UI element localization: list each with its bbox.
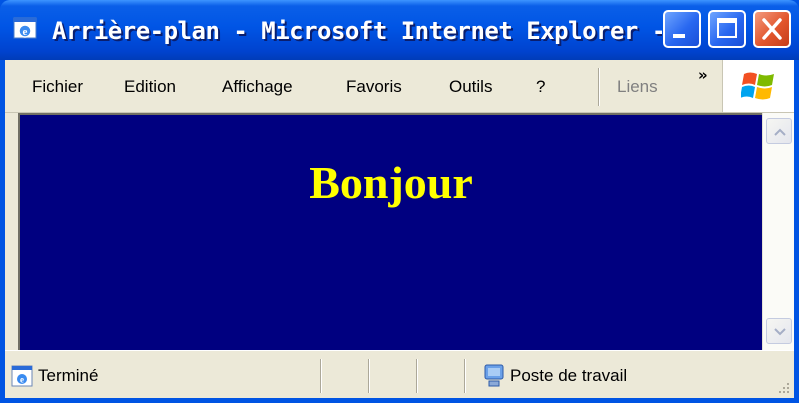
status-text: Terminé — [38, 366, 99, 385]
ie-window: e Arrière-plan - Microsoft Internet Expl… — [0, 0, 799, 403]
menu-help[interactable]: ? — [536, 74, 545, 100]
close-icon — [762, 18, 782, 40]
page-content[interactable]: Bonjour — [18, 113, 762, 350]
menu-affichage[interactable]: Affichage — [222, 74, 293, 100]
close-button[interactable] — [753, 10, 791, 48]
svg-text:e: e — [20, 375, 24, 385]
status-divider — [320, 359, 322, 393]
my-computer-zone-icon — [484, 364, 504, 387]
menu-bar: Fichier Edition Affichage Favoris Outils… — [5, 60, 794, 113]
internet-explorer-icon: e — [13, 17, 37, 39]
scroll-down-button[interactable] — [766, 318, 792, 344]
windows-logo-icon — [741, 72, 774, 100]
brand-throbber — [722, 60, 794, 112]
menu-edition[interactable]: Edition — [124, 74, 176, 100]
title-bar[interactable]: e Arrière-plan - Microsoft Internet Expl… — [0, 0, 799, 60]
status-divider — [464, 359, 466, 393]
security-zone-text: Poste de travail — [510, 366, 628, 385]
status-divider — [368, 359, 370, 393]
resize-grip-icon[interactable] — [775, 379, 791, 395]
window-title: Arrière-plan - Microsoft Internet Explor… — [52, 17, 662, 45]
chevron-up-icon — [774, 128, 786, 136]
links-overflow-chevron[interactable]: » — [698, 66, 708, 84]
vertical-scrollbar[interactable] — [762, 113, 794, 350]
minimize-button[interactable] — [663, 10, 701, 48]
minimize-icon — [673, 34, 685, 38]
page-heading: Bonjour — [309, 157, 473, 208]
menu-favoris[interactable]: Favoris — [346, 74, 402, 100]
chevron-down-icon — [774, 328, 786, 336]
links-toolbar[interactable]: Liens — [617, 74, 658, 100]
status-bar: e Terminé Poste de travail — [5, 350, 794, 398]
svg-text:e: e — [23, 26, 28, 38]
page-done-icon: e — [11, 365, 33, 387]
menu-separator — [598, 68, 600, 106]
menu-fichier[interactable]: Fichier — [32, 74, 83, 100]
maximize-button[interactable] — [708, 10, 746, 48]
menu-outils[interactable]: Outils — [449, 74, 492, 100]
status-divider — [416, 359, 418, 393]
maximize-icon — [717, 18, 737, 38]
scroll-up-button[interactable] — [766, 118, 792, 144]
window-frame-left — [5, 113, 18, 350]
